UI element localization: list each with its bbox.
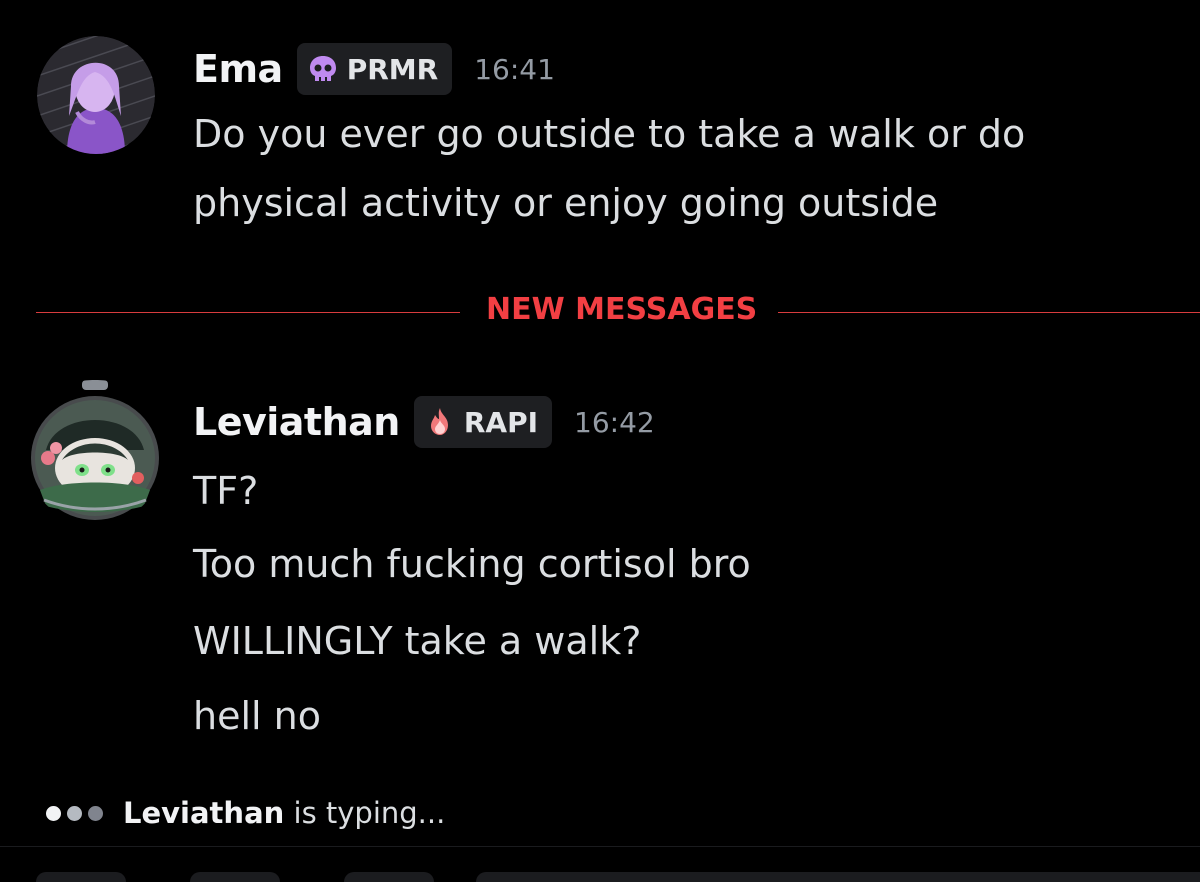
- typing-dot: [46, 805, 61, 821]
- message-header: Leviathan RAPI 16:42: [193, 396, 655, 448]
- avatar-image: [31, 380, 159, 520]
- username[interactable]: Leviathan: [193, 400, 400, 444]
- username[interactable]: Ema: [193, 47, 283, 91]
- avatar-image: [37, 36, 155, 154]
- user-tag-label: RAPI: [463, 405, 539, 439]
- typing-dot: [67, 805, 82, 821]
- avatar[interactable]: [26, 380, 164, 524]
- flame-icon: [430, 408, 448, 435]
- user-tag[interactable]: PRMR: [296, 43, 453, 95]
- message-line: hell no: [193, 694, 321, 738]
- composer-divider: [0, 846, 1200, 847]
- composer-button[interactable]: [36, 872, 126, 882]
- typing-indicator: Leviathan is typing...: [46, 796, 445, 830]
- user-tag-label: PRMR: [346, 52, 439, 86]
- typing-dot: [88, 805, 103, 821]
- new-messages-divider-left: [36, 312, 460, 313]
- message-header: Ema PRMR 16:41: [193, 43, 555, 95]
- message-line: WILLINGLY take a walk?: [193, 619, 642, 663]
- message-line: TF?: [193, 469, 259, 513]
- message-line: physical activity or enjoy going outside: [193, 181, 939, 225]
- message-input[interactable]: [476, 872, 1200, 882]
- skull-icon: [309, 56, 336, 81]
- new-messages-label: NEW MESSAGES: [486, 292, 758, 327]
- typing-suffix: is typing...: [293, 796, 446, 830]
- user-tag[interactable]: RAPI: [413, 396, 553, 448]
- timestamp: 16:42: [574, 405, 655, 439]
- timestamp: 16:41: [474, 52, 555, 86]
- message-line: Too much fucking cortisol bro: [193, 542, 751, 586]
- message-line: Do you ever go outside to take a walk or…: [193, 112, 1026, 156]
- avatar[interactable]: [37, 36, 155, 154]
- new-messages-divider-right: [778, 312, 1200, 313]
- composer-button[interactable]: [190, 872, 280, 882]
- composer-button[interactable]: [344, 872, 434, 882]
- typing-text: Leviathan is typing...: [123, 796, 445, 830]
- typing-user: Leviathan: [123, 796, 285, 830]
